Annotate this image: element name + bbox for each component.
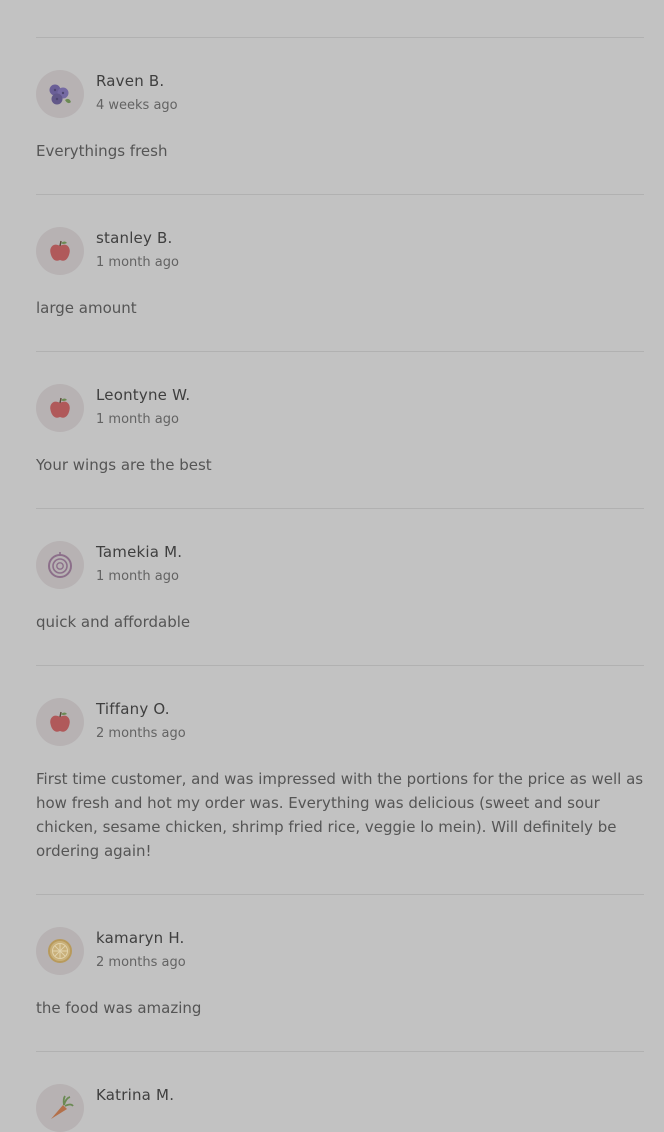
review-text: First time customer, and was impressed w… [36,770,644,860]
divider [36,894,644,895]
avatar [36,698,84,746]
blueberry-icon [49,84,71,105]
review-text: quick and affordable [36,613,191,631]
divider [36,1051,644,1052]
reviewer-name: Tiffany O. [96,700,170,718]
lemon-icon [48,939,72,963]
reviewer-name: Tamekia M. [96,543,183,561]
avatar [36,541,84,589]
review-text: Your wings are the best [36,456,212,474]
review-time: 2 months ago [96,955,186,970]
avatar [36,1084,84,1132]
apple-icon [50,397,70,418]
review-time: 1 month ago [96,255,179,270]
review-time: 2 months ago [96,726,186,741]
review-time: 4 weeks ago [96,98,178,113]
review-time: 1 month ago [96,569,179,584]
review-time: 1 month ago [96,412,179,427]
reviewer-name: Katrina M. [96,1086,175,1104]
review-text: Everythings fresh [36,142,168,160]
apple-icon [50,240,70,261]
divider [36,37,644,38]
divider [36,194,644,195]
avatar [36,384,84,432]
review-text: large amount [36,299,137,317]
reviewer-name: kamaryn H. [96,929,185,947]
carrot-icon [51,1095,74,1119]
divider [36,508,644,509]
reviewer-name: Raven B. [96,72,165,90]
apple-icon [50,711,70,732]
reviewer-name: stanley B. [96,229,173,247]
avatar [36,227,84,275]
review-text: the food was amazing [36,999,202,1017]
onion-icon [48,552,72,578]
reviewer-name: Leontyne W. [96,386,191,404]
divider [36,665,644,666]
avatar [36,70,84,118]
divider [36,351,644,352]
avatar [36,927,84,975]
